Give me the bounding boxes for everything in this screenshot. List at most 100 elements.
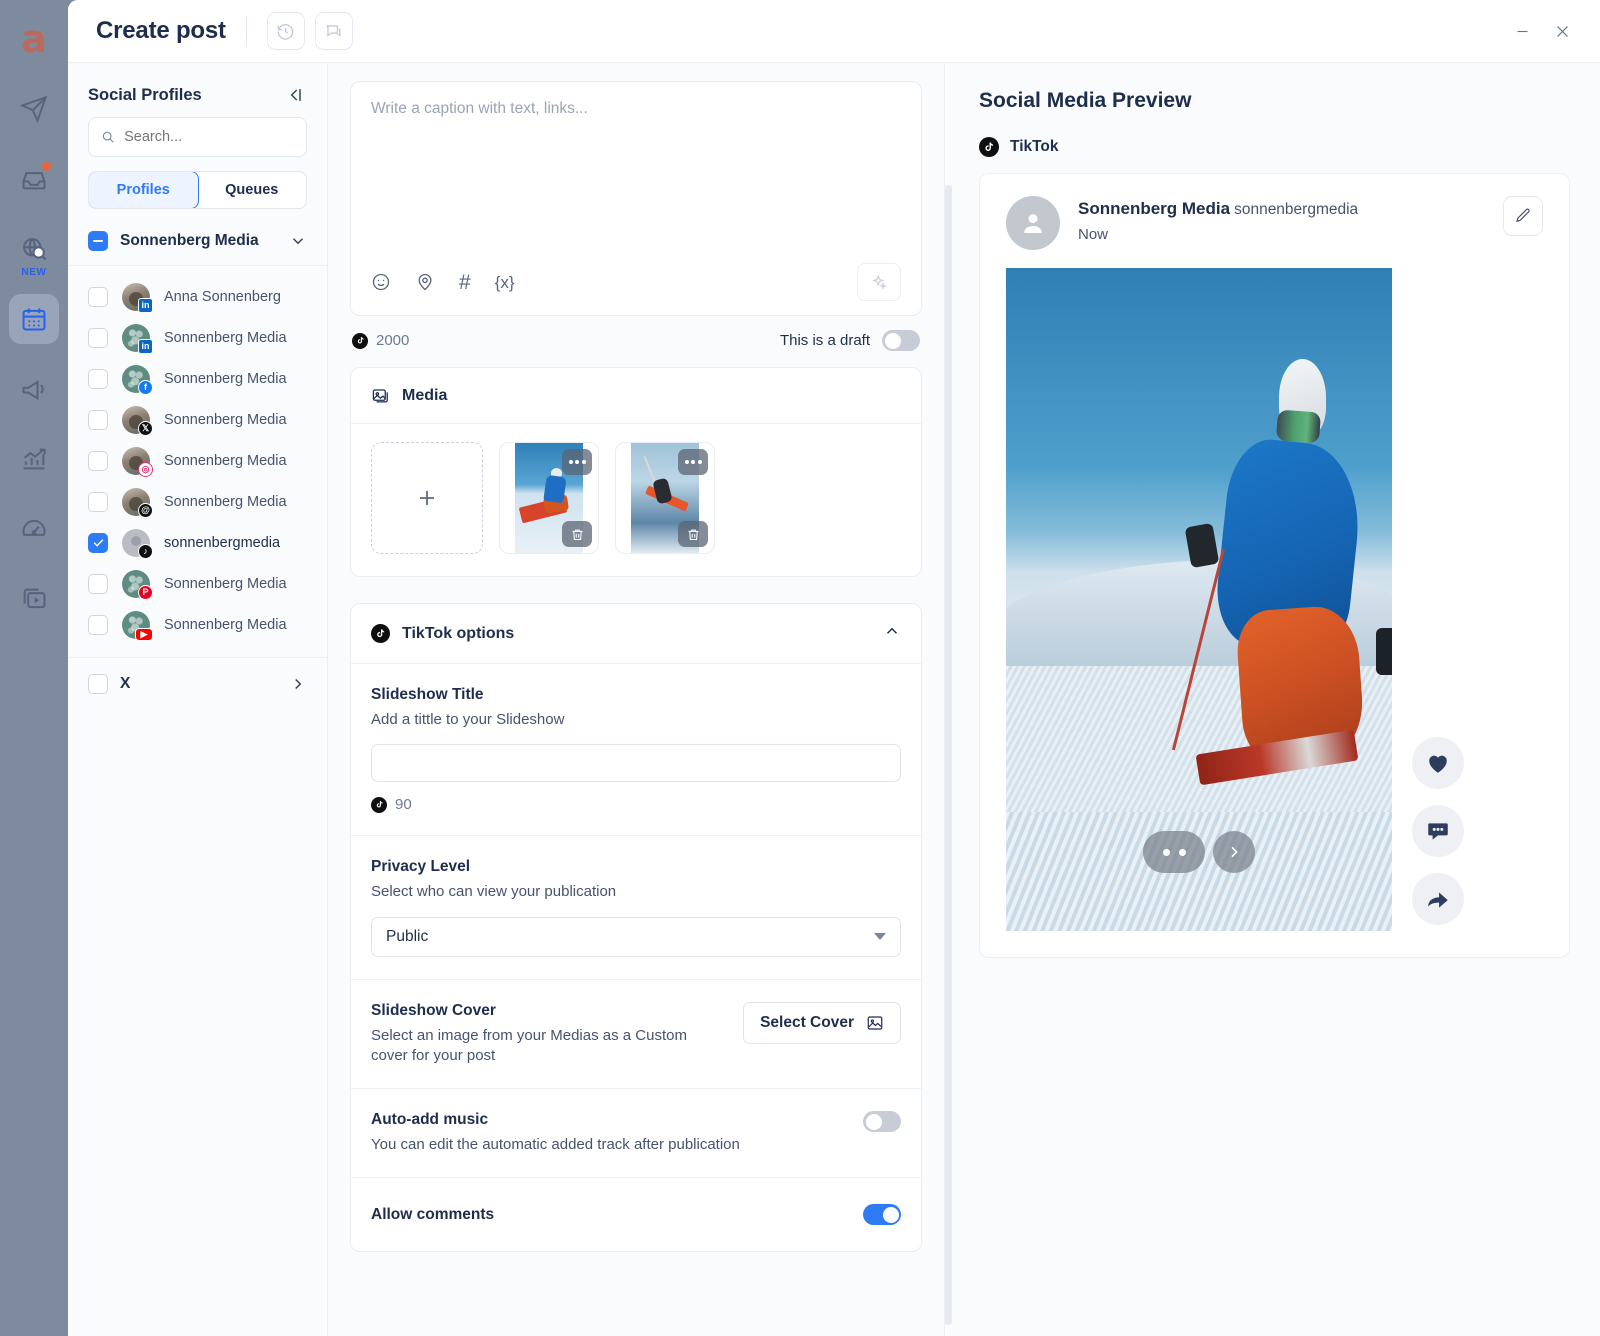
list-item[interactable]: ▶ Sonnenberg Media [68, 604, 327, 645]
preview-scrollbar[interactable] [945, 185, 952, 1325]
profile-checkbox[interactable] [88, 368, 108, 389]
allow-comments-row: Allow comments [351, 1178, 921, 1251]
ai-sparkle-icon[interactable] [857, 263, 901, 301]
profile-name: Sonnenberg Media [164, 370, 287, 387]
emoji-icon[interactable] [371, 272, 391, 292]
trash-icon[interactable] [562, 521, 592, 547]
like-icon[interactable] [1412, 737, 1464, 789]
tab-profiles[interactable]: Profiles [89, 172, 199, 208]
caption-char-count: 2000 [376, 332, 410, 349]
search-field[interactable] [124, 129, 294, 145]
list-item[interactable]: @ Sonnenberg Media [68, 481, 327, 522]
chevron-up-icon[interactable] [883, 622, 901, 645]
preview-media-row [1006, 268, 1543, 931]
collapse-panel-icon[interactable] [285, 85, 305, 105]
slideshow-title-char-count-row: 90 [371, 796, 901, 813]
select-cover-button[interactable]: Select Cover [743, 1001, 901, 1044]
location-icon[interactable] [415, 272, 435, 292]
list-item[interactable]: in Sonnenberg Media [68, 317, 327, 358]
chevron-right-icon[interactable] [289, 675, 307, 693]
close-icon[interactable] [1542, 11, 1582, 51]
preview-network-name: TikTok [1010, 138, 1059, 155]
more-options-icon[interactable] [562, 449, 592, 475]
profile-checkbox[interactable] [88, 532, 108, 553]
group-checkbox[interactable] [88, 231, 108, 251]
instagram-icon: ◎ [138, 461, 153, 477]
profile-checkbox[interactable] [88, 614, 108, 635]
profile-group-x[interactable]: X [68, 657, 327, 710]
profile-checkbox[interactable] [88, 491, 108, 512]
privacy-level-value: Public [386, 927, 429, 945]
avatar: 𝕏 [122, 405, 153, 436]
group-checkbox[interactable] [88, 674, 108, 694]
preview-media-image[interactable] [1006, 268, 1392, 931]
list-item[interactable]: 𝕏 Sonnenberg Media [68, 399, 327, 440]
app-logo[interactable]: a [9, 14, 59, 64]
profile-checkbox[interactable] [88, 409, 108, 430]
profile-checkbox[interactable] [88, 286, 108, 307]
list-item[interactable]: ◎ Sonnenberg Media [68, 440, 327, 481]
analytics-icon[interactable] [9, 434, 59, 484]
publish-icon[interactable] [9, 84, 59, 134]
campaign-icon[interactable] [9, 364, 59, 414]
profile-name: Sonnenberg Media [164, 411, 287, 428]
tab-queues[interactable]: Queues [198, 172, 307, 208]
profile-checkbox[interactable] [88, 450, 108, 471]
youtube-icon: ▶ [135, 627, 153, 641]
profile-group-sonnenberg-media[interactable]: Sonnenberg Media [68, 215, 327, 266]
window-titlebar: Create post [68, 0, 1600, 63]
listening-icon[interactable]: NEW [9, 224, 59, 278]
tiktok-options-header[interactable]: TikTok options [351, 604, 921, 664]
media-thumbnails [351, 424, 921, 576]
slideshow-title-char-count: 90 [395, 796, 412, 814]
dashboard-icon[interactable] [9, 504, 59, 554]
media-thumbnail[interactable] [615, 442, 715, 554]
history-icon[interactable] [266, 12, 305, 50]
privacy-level-row: Privacy Level Select who can view your p… [351, 836, 921, 980]
media-thumbnail[interactable] [499, 442, 599, 554]
caption-toolbar: # {x} [371, 263, 901, 301]
minimize-icon[interactable] [1502, 11, 1542, 51]
caption-editor[interactable]: Write a caption with text, links... # {x… [350, 81, 922, 316]
draft-toggle[interactable] [882, 330, 920, 351]
calendar-icon[interactable] [9, 294, 59, 344]
chevron-down-icon[interactable] [289, 232, 307, 250]
profile-name: Sonnenberg Media [164, 616, 287, 633]
comment-icon[interactable] [1412, 805, 1464, 857]
auto-add-music-toggle[interactable] [863, 1111, 901, 1132]
comment-icon[interactable] [314, 12, 353, 50]
avatar: ♪ [122, 528, 153, 559]
pinterest-icon: P [138, 584, 153, 600]
avatar: ◎ [122, 446, 153, 477]
media-section-header: Media [351, 368, 921, 424]
preview-display-name: Sonnenberg Media sonnenbergmedia [1078, 199, 1485, 219]
profile-checkbox[interactable] [88, 573, 108, 594]
carousel-dots[interactable] [1143, 831, 1205, 873]
variable-icon[interactable]: {x} [495, 274, 515, 291]
list-item[interactable]: f Sonnenberg Media [68, 358, 327, 399]
slideshow-title-input[interactable] [371, 744, 901, 783]
hashtag-icon[interactable]: # [459, 272, 471, 293]
allow-comments-toggle[interactable] [863, 1204, 901, 1226]
list-item[interactable]: P Sonnenberg Media [68, 563, 327, 604]
more-options-icon[interactable] [678, 449, 708, 475]
search-input[interactable] [88, 117, 307, 157]
add-media-button[interactable] [371, 442, 483, 554]
avatar: P [122, 569, 153, 600]
privacy-level-select[interactable]: Public [371, 916, 901, 957]
list-item[interactable]: in Anna Sonnenberg [68, 276, 327, 317]
pencil-icon[interactable] [1503, 196, 1543, 236]
tiktok-options-title: TikTok options [402, 624, 515, 642]
chevron-right-icon[interactable] [1213, 831, 1255, 873]
list-item[interactable]: ♪ sonnenbergmedia [68, 522, 327, 563]
preview-display-name-text: Sonnenberg Media [1078, 199, 1231, 218]
media-library-icon[interactable] [9, 574, 59, 624]
inbox-icon[interactable] [9, 154, 59, 204]
share-icon[interactable] [1412, 873, 1464, 925]
allow-comments-label: Allow comments [371, 1205, 495, 1223]
social-profiles-heading: Social Profiles [88, 85, 202, 104]
x-icon: 𝕏 [138, 420, 153, 436]
image-icon [372, 389, 388, 403]
trash-icon[interactable] [678, 521, 708, 547]
profile-checkbox[interactable] [88, 327, 108, 348]
